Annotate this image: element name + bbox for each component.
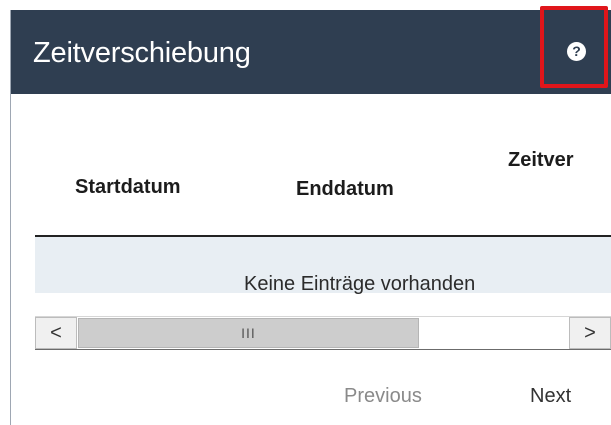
next-page-button[interactable]: Next — [530, 385, 571, 408]
scroll-right-button[interactable]: > — [569, 317, 611, 349]
empty-table-row: Keine Einträge vorhanden — [35, 237, 611, 295]
column-header-enddatum[interactable]: Enddatum — [296, 178, 394, 201]
question-circle-icon[interactable]: ? — [567, 42, 586, 61]
panel-title: Zeitverschiebung — [33, 37, 251, 69]
previous-page-button[interactable]: Previous — [344, 385, 422, 408]
column-header-startdatum[interactable]: Startdatum — [75, 176, 181, 199]
horizontal-scrollbar[interactable]: < III > — [35, 316, 611, 350]
panel-header: Zeitverschiebung ? — [11, 6, 611, 94]
scroll-left-button[interactable]: < — [35, 317, 77, 349]
column-header-zeitverschiebung[interactable]: Zeitver — [508, 149, 574, 172]
time-shift-panel: Zeitverschiebung ? Startdatum Enddatum Z… — [10, 6, 611, 425]
empty-table-message: Keine Einträge vorhanden — [244, 273, 476, 295]
scrollbar-thumb[interactable]: III — [78, 318, 419, 348]
